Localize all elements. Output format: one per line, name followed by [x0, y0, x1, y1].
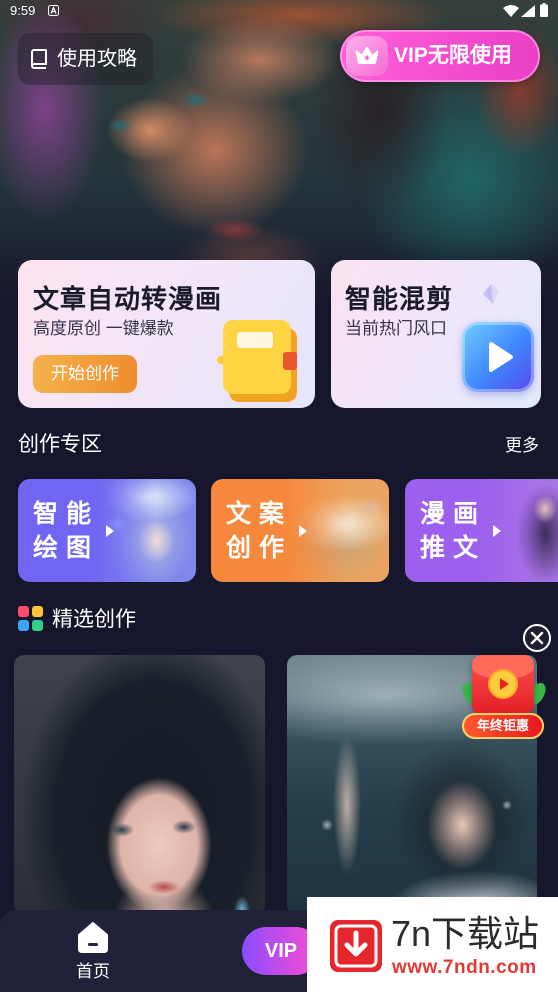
chevron-right-icon	[493, 525, 501, 537]
watermark-url: www.7ndn.com	[392, 957, 537, 978]
battery-icon	[540, 3, 548, 17]
app-screen: 9:59 使用攻略 VIP无限使用 文章自动转漫画 高度原创 一键爆款 开始创作	[0, 0, 558, 992]
chevron-right-icon	[106, 525, 114, 537]
signal-icon	[521, 5, 535, 17]
start-create-button[interactable]: 开始创作	[33, 355, 137, 393]
featured-title: 精选创作	[52, 608, 136, 631]
nav-home[interactable]: 首页	[60, 916, 128, 988]
close-icon	[530, 631, 544, 645]
creation-zone-title: 创作专区	[18, 433, 102, 456]
guide-label: 使用攻略	[57, 48, 137, 70]
card-title: 文章自动转漫画	[33, 284, 223, 314]
crystal-icon	[483, 284, 499, 304]
more-link[interactable]: 更多	[505, 435, 539, 457]
close-button[interactable]	[523, 624, 551, 652]
vip-unlimited-button[interactable]: VIP无限使用	[340, 30, 540, 82]
red-envelope-icon	[472, 655, 534, 715]
chevron-right-icon	[299, 525, 307, 537]
card-label: 推文	[420, 534, 487, 562]
grid-icon	[18, 606, 43, 631]
promo-label: 年终钜惠	[462, 713, 544, 739]
smart-drawing-card[interactable]: 智能 绘图	[18, 479, 196, 582]
notification-icon	[48, 5, 59, 16]
crown-icon	[346, 36, 388, 76]
card-label: 绘图	[33, 534, 100, 562]
nav-home-label: 首页	[76, 962, 110, 981]
book-icon	[31, 49, 47, 69]
card-subtitle: 当前热门风口	[345, 319, 447, 338]
copywriting-card[interactable]: 文案 创作	[211, 479, 389, 582]
card-title: 智能混剪	[345, 284, 454, 314]
card-label: 创作	[226, 534, 293, 562]
wifi-icon	[503, 5, 519, 17]
notebook-icon	[217, 320, 297, 402]
featured-image[interactable]	[14, 655, 265, 915]
comic-convert-card[interactable]: 文章自动转漫画 高度原创 一键爆款 开始创作	[18, 260, 315, 408]
watermark-name: 7n下载站	[391, 913, 540, 954]
card-label: 文案	[226, 500, 293, 528]
play-icon	[462, 322, 534, 392]
download-icon	[330, 920, 382, 972]
card-label: 漫画	[420, 500, 487, 528]
creation-zone-list: 智能 绘图 文案 创作 漫画 推文	[0, 479, 558, 582]
comic-post-card[interactable]: 漫画 推文	[405, 479, 558, 582]
smart-remix-card[interactable]: 智能混剪 当前热门风口	[331, 260, 541, 408]
year-end-promo[interactable]: 年终钜惠	[458, 652, 550, 742]
guide-button[interactable]: 使用攻略	[18, 33, 153, 85]
watermark: 7n下载站 www.7ndn.com	[307, 897, 558, 992]
vip-unlimited-label: VIP无限使用	[394, 44, 512, 67]
status-time: 9:59	[10, 3, 36, 18]
home-icon	[78, 922, 108, 953]
card-subtitle: 高度原创 一键爆款	[33, 319, 174, 338]
card-label: 智能	[33, 500, 100, 528]
